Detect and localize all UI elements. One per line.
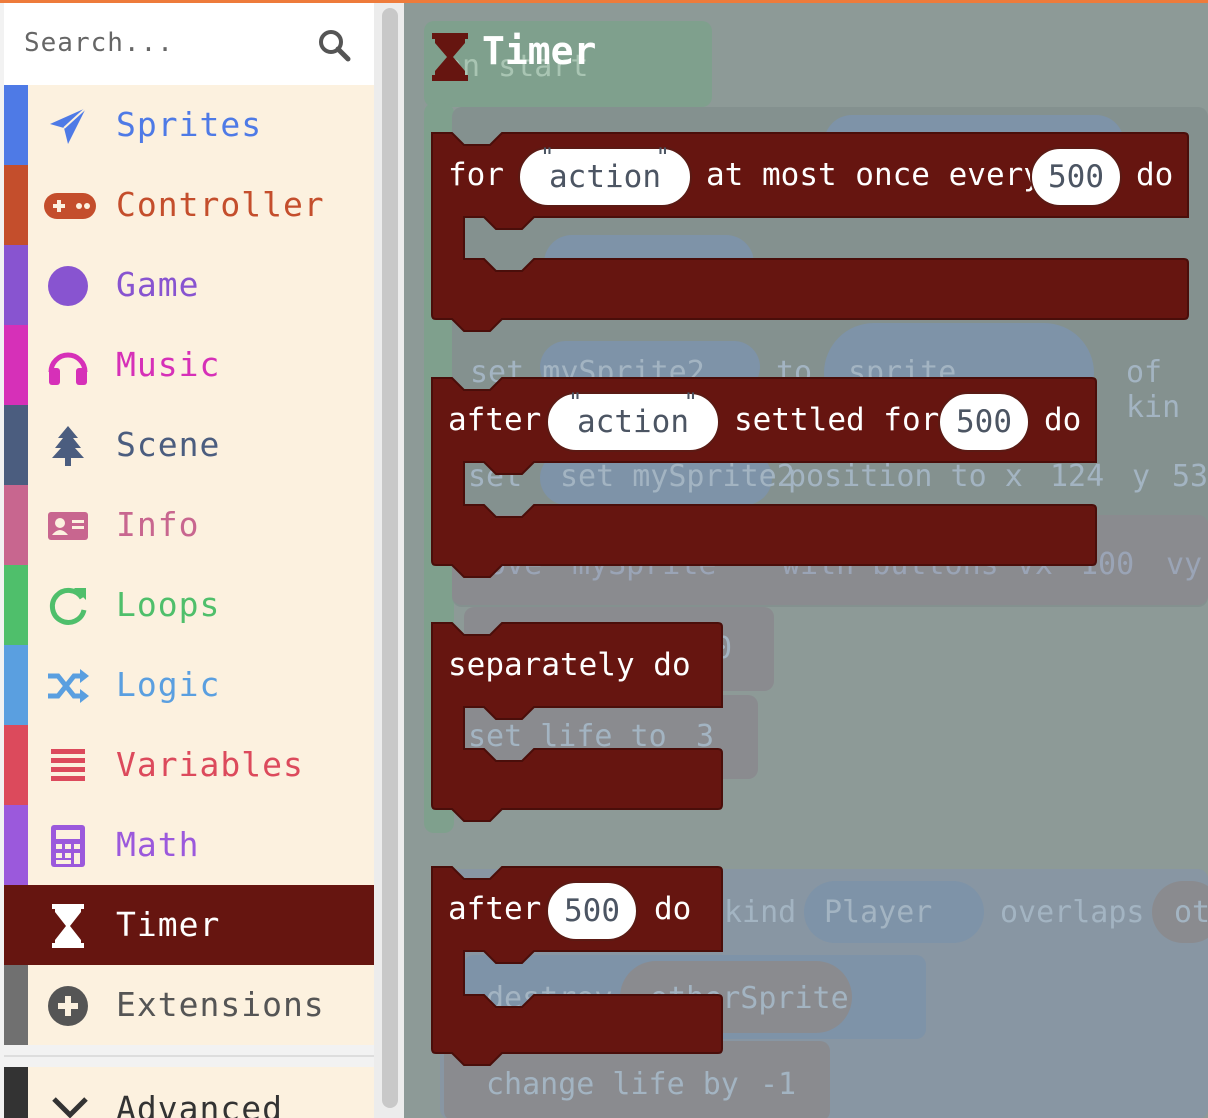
category-logic[interactable]: Logic bbox=[4, 645, 374, 725]
category-color-stripe bbox=[4, 485, 28, 565]
interval-number-input[interactable]: 500 bbox=[1030, 147, 1122, 207]
category-scene[interactable]: Scene bbox=[4, 405, 374, 485]
toolbox-divider bbox=[4, 1055, 374, 1057]
block-keyword: at most once every bbox=[706, 157, 1042, 193]
gamepad-icon bbox=[42, 184, 98, 228]
number-value: 500 bbox=[1048, 159, 1104, 195]
block-keyword: do bbox=[1136, 157, 1174, 193]
string-value: action bbox=[549, 159, 661, 195]
search-input[interactable] bbox=[24, 23, 294, 63]
calculator-icon bbox=[46, 824, 90, 868]
category-label: Info bbox=[116, 505, 200, 544]
headphones-icon bbox=[46, 344, 90, 388]
chevron-down-icon bbox=[52, 1097, 88, 1118]
category-color-stripe bbox=[4, 165, 28, 245]
list-icon bbox=[46, 744, 90, 788]
category-label: Timer bbox=[116, 905, 221, 944]
block-keyword: do bbox=[1044, 402, 1082, 438]
category-label: Scene bbox=[116, 425, 221, 464]
category-timer[interactable]: Timer bbox=[4, 885, 374, 965]
block-keyword: after bbox=[448, 891, 542, 927]
action-string-input[interactable]: " action " bbox=[518, 143, 692, 207]
category-game[interactable]: Game bbox=[4, 245, 374, 325]
category-label: Game bbox=[116, 265, 200, 304]
category-label: Extensions bbox=[116, 985, 325, 1024]
category-color-stripe bbox=[4, 85, 28, 165]
category-color-stripe bbox=[4, 405, 28, 485]
category-label: Logic bbox=[116, 665, 221, 704]
category-music[interactable]: Music bbox=[4, 325, 374, 405]
category-label: Math bbox=[116, 825, 200, 864]
toolbox-scrollbar[interactable] bbox=[382, 8, 398, 1108]
plus-circle-icon bbox=[46, 984, 90, 1028]
workspace[interactable]: on start set mySprite2 to sprite of kin … bbox=[404, 3, 1208, 1118]
category-label: Loops bbox=[116, 585, 221, 624]
category-color-stripe bbox=[4, 965, 28, 1045]
id-card-icon bbox=[46, 504, 90, 548]
category-info[interactable]: Info bbox=[4, 485, 374, 565]
number-value: 500 bbox=[564, 893, 620, 929]
category-label: Controller bbox=[116, 185, 325, 224]
block-keyword: separately do bbox=[448, 647, 691, 683]
category-list: Sprites Controller Game Music Scene Info… bbox=[4, 85, 374, 1045]
category-color-stripe bbox=[4, 325, 28, 405]
block-keyword: after bbox=[448, 402, 542, 438]
category-variables[interactable]: Variables bbox=[4, 725, 374, 805]
block-keyword: settled for bbox=[734, 402, 940, 438]
toolbox: Sprites Controller Game Music bbox=[0, 3, 404, 1118]
category-controller[interactable]: Controller bbox=[4, 165, 374, 245]
category-color-stripe bbox=[4, 245, 28, 325]
category-color-stripe bbox=[4, 725, 28, 805]
category-color-stripe bbox=[4, 1067, 28, 1118]
shuffle-icon bbox=[46, 664, 90, 708]
action-string-input[interactable]: " action " bbox=[546, 388, 720, 452]
string-value: action bbox=[577, 404, 689, 440]
interval-number-input[interactable]: 500 bbox=[938, 392, 1030, 452]
category-loops[interactable]: Loops bbox=[4, 565, 374, 645]
category-color-stripe bbox=[4, 645, 28, 725]
search-icon[interactable] bbox=[316, 27, 352, 63]
category-sprites[interactable]: Sprites bbox=[4, 85, 374, 165]
category-label: Advanced bbox=[116, 1089, 283, 1118]
category-label: Sprites bbox=[116, 105, 263, 144]
category-color-stripe bbox=[4, 805, 28, 885]
hourglass-icon bbox=[46, 904, 90, 948]
search-box bbox=[4, 3, 374, 85]
category-math[interactable]: Math bbox=[4, 805, 374, 885]
block-keyword: do bbox=[654, 891, 692, 927]
category-advanced[interactable]: Advanced bbox=[4, 1067, 374, 1118]
tree-icon bbox=[46, 424, 90, 468]
refresh-icon bbox=[46, 584, 90, 628]
category-label: Variables bbox=[116, 745, 304, 784]
category-extensions[interactable]: Extensions bbox=[4, 965, 374, 1045]
circle-icon bbox=[46, 264, 90, 308]
paper-plane-icon bbox=[46, 104, 90, 148]
delay-number-input[interactable]: 500 bbox=[546, 881, 638, 941]
number-value: 500 bbox=[956, 404, 1012, 440]
block-keyword: for bbox=[448, 157, 504, 193]
category-label: Music bbox=[116, 345, 221, 384]
category-color-stripe bbox=[4, 565, 28, 645]
category-color-stripe bbox=[4, 885, 28, 965]
